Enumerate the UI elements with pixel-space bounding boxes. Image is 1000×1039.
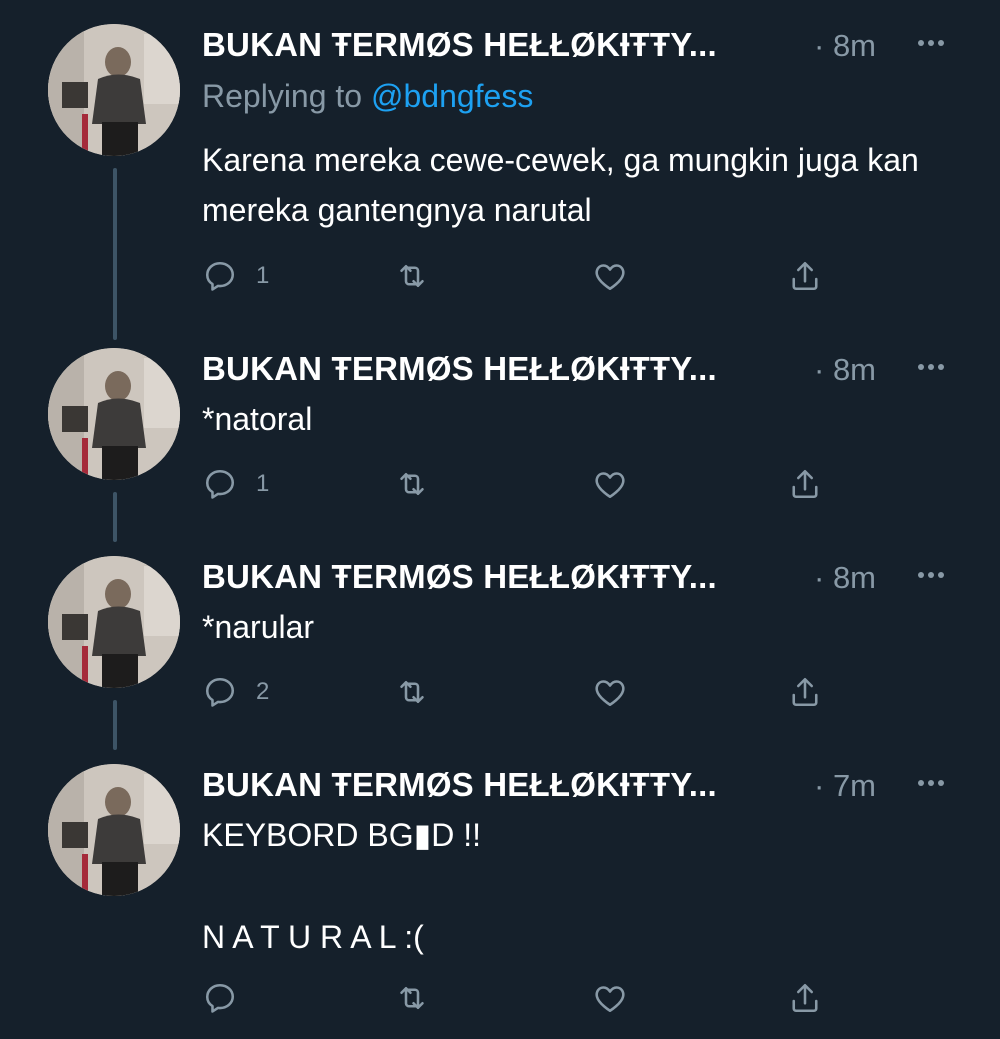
retweet-button[interactable] [394, 978, 430, 1018]
reply-button[interactable]: 2 [202, 672, 269, 712]
tweet-actions: 1 [202, 464, 842, 504]
tweet-text: *narular [202, 609, 315, 645]
tweet-header: BUKAN ŦERMØS HEŁŁØKƗŦŦY... · 8m [202, 350, 962, 390]
time-value[interactable]: 8m [833, 560, 876, 595]
replying-to: Replying to @bdngfess [202, 78, 533, 115]
share-icon [792, 983, 818, 1013]
heart-icon [595, 986, 625, 1013]
avatar[interactable] [48, 348, 180, 480]
tweet-text: *natoral [202, 401, 313, 437]
timestamp[interactable]: · 8m [814, 352, 876, 388]
tweet-header: BUKAN ŦERMØS HEŁŁØKƗŦŦY... · 7m [202, 766, 962, 806]
tweet-text-line-1: KEYBORD BG▮D !! [202, 817, 481, 853]
like-button[interactable] [592, 256, 628, 296]
more-options-icon[interactable] [914, 350, 948, 384]
tweet[interactable]: BUKAN ŦERMØS HEŁŁØKƗŦŦY... · 8m *narular… [0, 532, 1000, 750]
reply-icon [205, 469, 235, 499]
replying-prefix: Replying to [202, 78, 363, 114]
time-value[interactable]: 8m [833, 352, 876, 387]
tweet-actions: 2 [202, 672, 842, 712]
retweet-button[interactable] [394, 672, 430, 712]
reply-button[interactable]: 1 [202, 256, 269, 296]
timestamp[interactable]: · 8m [814, 28, 876, 64]
reply-count: 1 [256, 470, 270, 497]
share-icon [792, 469, 818, 499]
share-button[interactable] [787, 978, 823, 1018]
replying-handle-link[interactable]: @bdngfess [371, 78, 533, 114]
display-name[interactable]: BUKAN ŦERMØS HEŁŁØKƗŦŦY... [202, 26, 717, 64]
retweet-icon [400, 472, 424, 496]
heart-icon [595, 680, 625, 707]
tweet-header: BUKAN ŦERMØS HEŁŁØKƗŦŦY... · 8m [202, 26, 962, 66]
like-button[interactable] [592, 672, 628, 712]
avatar[interactable] [48, 24, 180, 156]
reply-icon [205, 677, 235, 707]
avatar[interactable] [48, 764, 180, 896]
tweet-header: BUKAN ŦERMØS HEŁŁØKƗŦŦY... · 8m [202, 558, 962, 598]
display-name[interactable]: BUKAN ŦERMØS HEŁŁØKƗŦŦY... [202, 350, 717, 388]
more-options-icon[interactable] [914, 558, 948, 592]
share-button[interactable] [787, 672, 823, 712]
share-icon [792, 677, 818, 707]
more-options-icon[interactable] [914, 26, 948, 60]
tweet[interactable]: BUKAN ŦERMØS HEŁŁØKƗŦŦY... · 7m KEYBORD … [0, 740, 1000, 1039]
heart-icon [595, 472, 625, 499]
timestamp[interactable]: · 8m [814, 560, 876, 596]
avatar[interactable] [48, 556, 180, 688]
more-options-icon[interactable] [914, 766, 948, 800]
tweet-actions [202, 978, 842, 1018]
reply-icon [205, 983, 235, 1013]
share-icon [792, 261, 818, 291]
share-button[interactable] [787, 256, 823, 296]
tweet-thread: BUKAN ŦERMØS HEŁŁØKƗŦŦY... · 8m Replying… [0, 0, 1000, 1039]
retweet-button[interactable] [394, 464, 430, 504]
share-button[interactable] [787, 464, 823, 504]
time-value[interactable]: 7m [833, 768, 876, 803]
tweet[interactable]: BUKAN ŦERMØS HEŁŁØKƗŦŦY... · 8m *natoral… [0, 324, 1000, 542]
time-value[interactable]: 8m [833, 28, 876, 63]
retweet-icon [400, 264, 424, 288]
tweet-text-line-2: N A T U R A L :( [202, 919, 424, 955]
tweet-actions: 1 [202, 256, 842, 296]
heart-icon [595, 264, 625, 291]
reply-button[interactable]: 1 [202, 464, 269, 504]
reply-icon [205, 261, 235, 291]
display-name[interactable]: BUKAN ŦERMØS HEŁŁØKƗŦŦY... [202, 766, 717, 804]
thread-line [113, 168, 117, 340]
like-button[interactable] [592, 978, 628, 1018]
timestamp[interactable]: · 7m [814, 768, 876, 804]
retweet-button[interactable] [394, 256, 430, 296]
like-button[interactable] [592, 464, 628, 504]
reply-count: 2 [256, 678, 270, 705]
reply-button[interactable] [202, 978, 256, 1018]
tweet[interactable]: BUKAN ŦERMØS HEŁŁØKƗŦŦY... · 8m Replying… [0, 0, 1000, 340]
retweet-icon [400, 680, 424, 704]
reply-count: 1 [256, 262, 270, 289]
retweet-icon [400, 986, 424, 1010]
tweet-text: Karena mereka cewe-cewek, ga mungkin jug… [202, 142, 919, 228]
display-name[interactable]: BUKAN ŦERMØS HEŁŁØKƗŦŦY... [202, 558, 717, 596]
